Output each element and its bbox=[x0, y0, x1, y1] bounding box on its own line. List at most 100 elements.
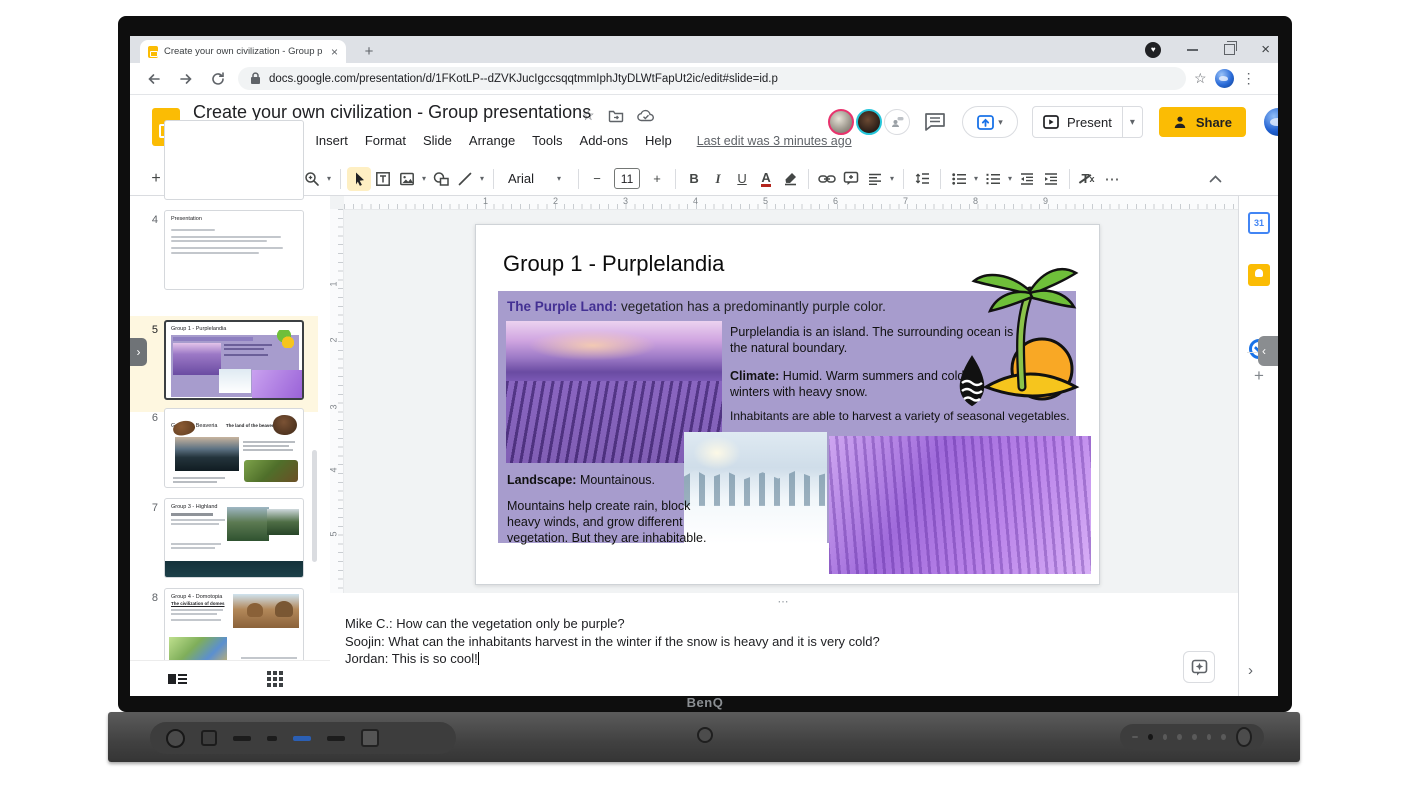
lavender-closeup-photo[interactable] bbox=[829, 436, 1091, 574]
browser-menu-icon[interactable]: ⋮ bbox=[1242, 70, 1256, 87]
numbered-caret-icon[interactable]: ▾ bbox=[1005, 174, 1015, 183]
highlight-color-button[interactable] bbox=[778, 167, 802, 191]
anonymous-person-icon bbox=[890, 116, 904, 128]
new-tab-button[interactable]: + bbox=[358, 40, 380, 62]
more-toolbar-icon[interactable]: ⋯ bbox=[1100, 167, 1124, 191]
menu-slide[interactable]: Slide bbox=[423, 133, 452, 148]
tab-close-icon[interactable]: × bbox=[331, 46, 338, 58]
grid-view-icon[interactable] bbox=[267, 671, 283, 687]
filmstrip-scrollbar[interactable] bbox=[312, 450, 317, 562]
landscape-text[interactable]: Landscape: Mountainous. bbox=[507, 473, 655, 487]
font-family-select[interactable]: Arial ▾ bbox=[500, 171, 572, 186]
google-keep-icon[interactable] bbox=[1248, 264, 1270, 286]
account-avatar[interactable] bbox=[1264, 108, 1278, 136]
hide-menus-icon[interactable] bbox=[1209, 175, 1222, 183]
window-minimize-button[interactable] bbox=[1187, 49, 1198, 51]
align-caret-icon[interactable]: ▾ bbox=[887, 174, 897, 183]
menu-arrange[interactable]: Arrange bbox=[469, 133, 515, 148]
zoom-caret-icon[interactable]: ▾ bbox=[324, 174, 334, 183]
side-panel-collapse-handle[interactable]: ‹ bbox=[1258, 336, 1278, 366]
line-caret-icon[interactable]: ▾ bbox=[477, 174, 487, 183]
browser-tab[interactable]: Create your own civilization - Group pre… bbox=[140, 40, 346, 63]
editor-center: 1 2 3 4 5 6 7 8 9 1 2 3 4 bbox=[330, 196, 1238, 696]
collaborator-avatar-1[interactable] bbox=[828, 109, 854, 135]
slide-thumbnail-7[interactable]: Group 3 - Highland bbox=[164, 498, 304, 578]
notes-text[interactable]: Mike C.: How can the vegetation only be … bbox=[345, 615, 880, 668]
slide-intro-text[interactable]: The Purple Land: vegetation has a predom… bbox=[507, 299, 886, 314]
url-bar[interactable]: docs.google.com/presentation/d/1FKotLP--… bbox=[238, 67, 1186, 90]
browser-circle-badge-icon[interactable]: ♥ bbox=[1145, 42, 1161, 58]
menu-addons[interactable]: Add-ons bbox=[580, 133, 628, 148]
share-person-icon bbox=[1173, 115, 1188, 129]
explore-button[interactable] bbox=[1183, 651, 1215, 683]
slide-thumbnail-partial[interactable] bbox=[164, 120, 304, 200]
menu-insert[interactable]: Insert bbox=[315, 133, 348, 148]
side-panel-expand-icon[interactable]: › bbox=[1248, 662, 1253, 679]
note-line[interactable]: Mike C.: How can the vegetation only be … bbox=[345, 615, 880, 633]
open-comments-icon[interactable] bbox=[924, 112, 946, 132]
star-doc-icon[interactable]: ☆ bbox=[582, 107, 595, 124]
insert-line-button[interactable] bbox=[453, 167, 477, 191]
insert-shape-button[interactable] bbox=[429, 167, 453, 191]
horizontal-ruler: 1 2 3 4 5 6 7 8 9 bbox=[344, 196, 1238, 210]
underline-button[interactable]: U bbox=[730, 167, 754, 191]
slide-number: 7 bbox=[140, 502, 158, 514]
note-line[interactable]: Soojin: What can the inhabitants harvest… bbox=[345, 633, 880, 651]
font-size-field[interactable]: 11 bbox=[614, 168, 640, 189]
google-calendar-icon[interactable]: 31 bbox=[1248, 212, 1270, 234]
note-line[interactable]: Jordan: This is so cool! bbox=[345, 650, 880, 668]
move-folder-icon[interactable] bbox=[608, 109, 624, 123]
bold-button[interactable]: B bbox=[682, 167, 706, 191]
vertical-ruler: 1 2 3 4 5 bbox=[330, 209, 344, 593]
image-caret-icon[interactable]: ▾ bbox=[419, 174, 429, 183]
text-color-button[interactable]: A bbox=[754, 167, 778, 191]
back-icon[interactable] bbox=[142, 67, 166, 91]
slide-thumbnail-4[interactable]: Presentation bbox=[164, 210, 304, 290]
mountains-text[interactable]: Mountains help create rain, block heavy … bbox=[507, 498, 712, 546]
filmstrip-expand-handle[interactable]: › bbox=[130, 338, 147, 366]
reload-icon[interactable] bbox=[206, 67, 230, 91]
menu-help[interactable]: Help bbox=[645, 133, 672, 148]
collaborator-avatar-2[interactable] bbox=[856, 109, 882, 135]
bookmark-star-icon[interactable]: ☆ bbox=[1194, 70, 1207, 87]
present-caret-icon[interactable]: ▾ bbox=[1122, 107, 1142, 137]
forward-icon[interactable] bbox=[174, 67, 198, 91]
line-spacing-button[interactable] bbox=[910, 167, 934, 191]
add-comment-button[interactable] bbox=[839, 167, 863, 191]
get-addons-button[interactable]: + bbox=[1247, 366, 1271, 386]
slide-thumbnail-6[interactable]: Group 2 - Beaveria The land of the beave… bbox=[164, 408, 304, 488]
clear-formatting-button[interactable]: Tx bbox=[1076, 167, 1100, 191]
filmstrip-view-icon[interactable] bbox=[168, 674, 187, 684]
align-button[interactable] bbox=[863, 167, 887, 191]
share-button[interactable]: Share bbox=[1159, 107, 1246, 137]
bulleted-list-button[interactable] bbox=[947, 167, 971, 191]
text-box-button[interactable] bbox=[371, 167, 395, 191]
slide-title-textbox[interactable]: Group 1 - Purplelandia bbox=[503, 251, 724, 277]
cloud-saved-icon[interactable] bbox=[637, 109, 655, 122]
menu-format[interactable]: Format bbox=[365, 133, 406, 148]
decrease-font-button[interactable]: − bbox=[585, 167, 609, 191]
bullets-caret-icon[interactable]: ▾ bbox=[971, 174, 981, 183]
decrease-indent-button[interactable] bbox=[1015, 167, 1039, 191]
present-to-meeting-button[interactable]: ▾ bbox=[962, 106, 1018, 138]
insert-link-button[interactable] bbox=[815, 167, 839, 191]
current-slide[interactable]: Group 1 - Purplelandia The Purple Land: … bbox=[475, 224, 1100, 585]
italic-button[interactable]: I bbox=[706, 167, 730, 191]
window-restore-button[interactable] bbox=[1224, 44, 1235, 55]
menu-tools[interactable]: Tools bbox=[532, 133, 562, 148]
island-clipart[interactable] bbox=[934, 265, 1080, 433]
collaborator-avatar-anonymous[interactable] bbox=[884, 109, 910, 135]
slide-thumbnail-8[interactable]: Group 4 - Domotopia The civilization of … bbox=[164, 588, 304, 668]
speaker-notes[interactable]: ⋯ Mike C.: How can the vegetation only b… bbox=[330, 593, 1238, 696]
select-tool-button[interactable] bbox=[347, 167, 371, 191]
notes-resize-handle[interactable]: ⋯ bbox=[330, 595, 1238, 608]
increase-indent-button[interactable] bbox=[1039, 167, 1063, 191]
slides-favicon-icon bbox=[148, 46, 158, 58]
numbered-list-button[interactable] bbox=[981, 167, 1005, 191]
browser-profile-avatar[interactable] bbox=[1215, 69, 1234, 88]
window-close-button[interactable]: × bbox=[1261, 42, 1270, 57]
insert-image-button[interactable] bbox=[395, 167, 419, 191]
increase-font-button[interactable]: + bbox=[645, 167, 669, 191]
present-button[interactable]: Present ▾ bbox=[1032, 106, 1143, 138]
slide-thumbnail-5-selected[interactable]: Group 1 - Purplelandia bbox=[164, 320, 304, 400]
